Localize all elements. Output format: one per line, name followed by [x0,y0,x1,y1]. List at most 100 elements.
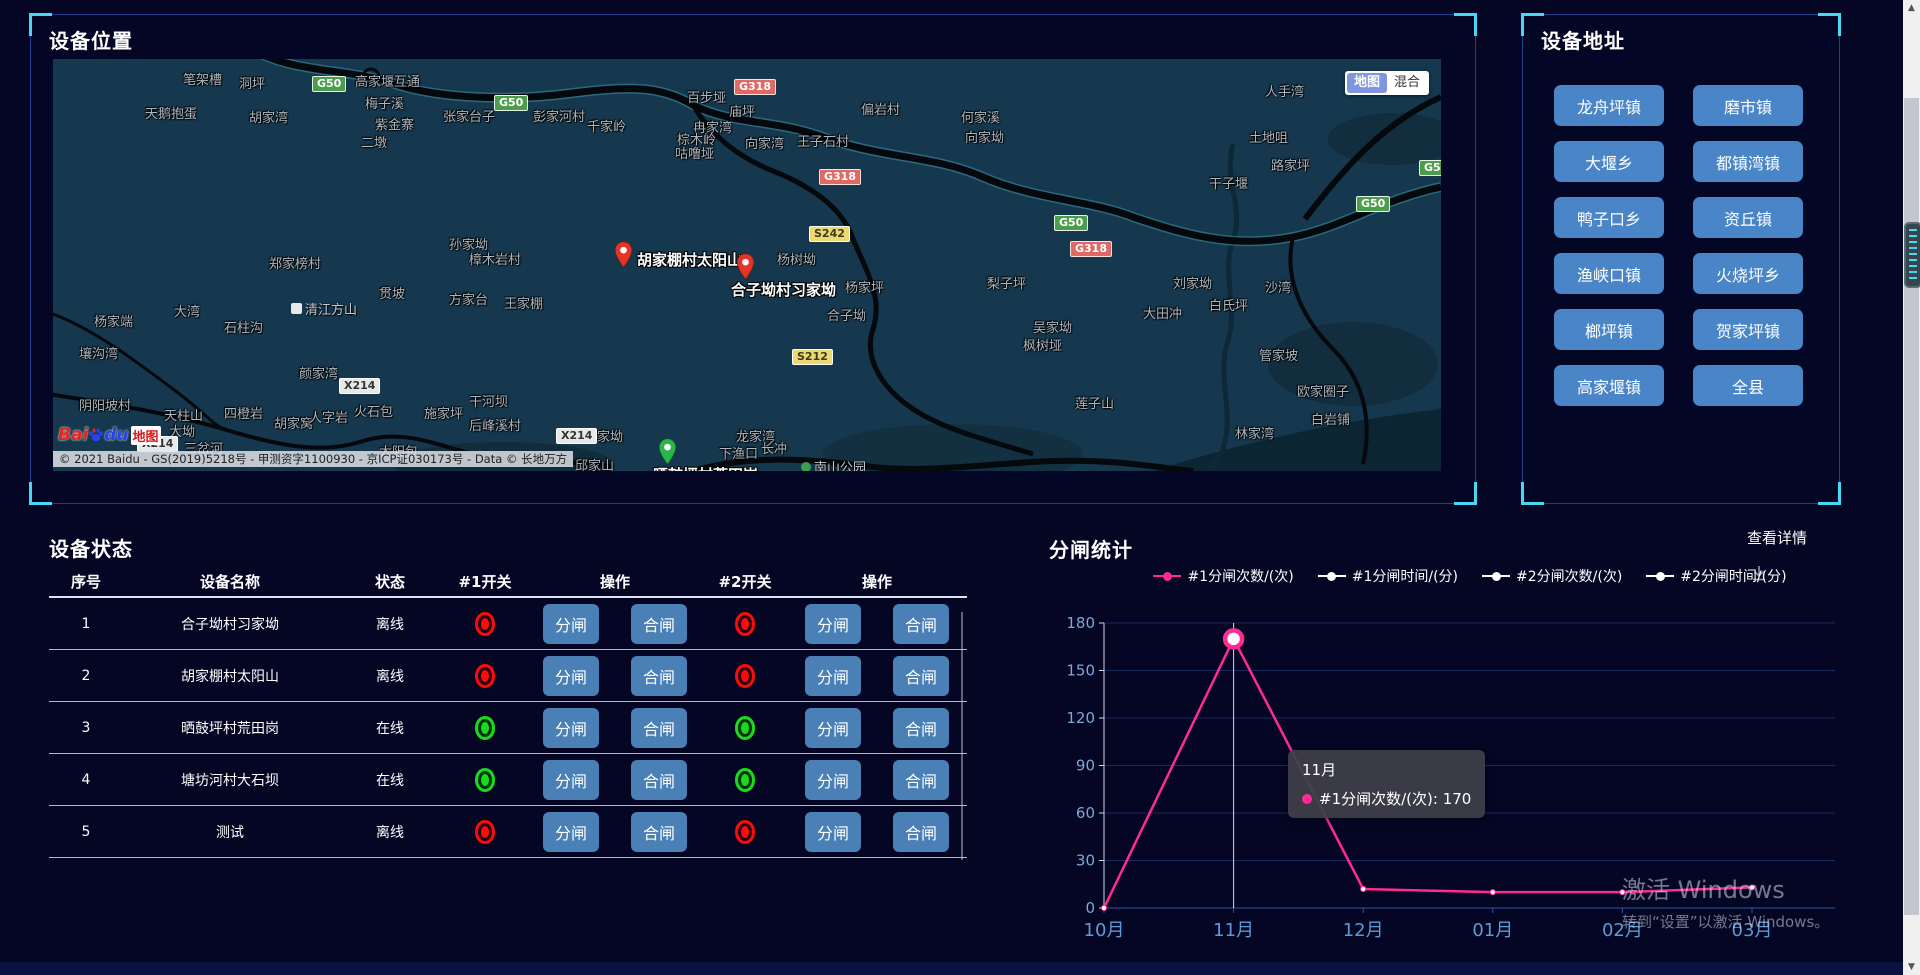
switch1-indicator-green [475,716,495,740]
svg-text:120: 120 [1066,709,1095,727]
address-button[interactable]: 榔坪镇 [1554,309,1664,350]
close-switch1-button[interactable]: 合闸 [631,656,687,696]
map-place-label: 胡家窝 [274,413,313,432]
legend-marker-icon [1646,572,1674,581]
mountain-icon [291,303,302,314]
cell-ops2: 分闸合闸 [787,812,967,852]
cell-name: 晒鼓坪村荒田岗 [123,718,337,738]
address-button[interactable]: 大堰乡 [1554,141,1664,182]
baidu-map[interactable]: 笔架槽洞坪高家堰互通天鹅抱蛋胡家湾梅子溪紫金寨二墩张家台子彭家河村千家岭百步垭庙… [53,59,1441,471]
page-scrollbar[interactable]: ▲ ▼ [1903,0,1920,975]
close-switch1-button[interactable]: 合闸 [631,812,687,852]
dashboard-root: 设备位置 笔架槽洞坪高家堰互通天鹅抱蛋胡家湾梅子溪紫金寨二墩张家台子彭家河村千 [0,0,1920,975]
address-button[interactable]: 鸭子口乡 [1554,197,1664,238]
map-place-label: 枫树垭 [1023,335,1062,354]
address-button[interactable]: 都镇湾镇 [1693,141,1803,182]
scrollbar-thumb[interactable] [1904,98,1919,915]
address-button[interactable]: 贺家坪镇 [1693,309,1803,350]
open-switch1-button[interactable]: 分闸 [543,604,599,644]
legend-item[interactable]: #2分闸时间/(分) [1646,566,1786,586]
close-switch1-button[interactable]: 合闸 [631,604,687,644]
map-place-label: 杨家坪 [845,277,884,296]
legend-item[interactable]: #2分闸次数/(次) [1482,566,1622,586]
map-place-label: 杨树坳 [777,249,816,268]
switch1-indicator-red [475,612,495,636]
map-type-toggle: 地图 混合 [1345,71,1429,95]
open-switch2-button[interactable]: 分闸 [805,760,861,800]
map-place-label: 洞坪 [239,73,265,92]
map-poi-park: 南山公园 [801,457,866,471]
cell-switch2 [703,716,787,740]
address-button[interactable]: 全县 [1693,365,1803,406]
map-place-label: 施家坪 [424,403,463,422]
corner-accent [1818,482,1841,505]
scroll-down-arrow[interactable]: ▼ [1903,959,1920,975]
cell-name: 测试 [123,822,337,842]
map-place-label: 千家岭 [587,116,626,135]
scroll-indicator-widget[interactable] [1904,222,1920,288]
address-button[interactable]: 龙舟坪镇 [1554,85,1664,126]
close-switch2-button[interactable]: 合闸 [893,604,949,644]
map-place-label: 四橙岩 [224,403,263,422]
map-place-label: 林家湾 [1235,423,1274,442]
table-scrollbar[interactable] [961,612,963,860]
address-button-grid: 龙舟坪镇磨市镇大堰乡都镇湾镇鸭子口乡资丘镇渔峡口镇火烧坪乡榔坪镇贺家坪镇高家堰镇… [1554,85,1808,406]
open-switch2-button[interactable]: 分闸 [805,604,861,644]
open-switch2-button[interactable]: 分闸 [805,812,861,852]
svg-text:180: 180 [1066,614,1095,632]
close-switch1-button[interactable]: 合闸 [631,708,687,748]
address-button[interactable]: 火烧坪乡 [1693,253,1803,294]
open-switch1-button[interactable]: 分闸 [543,760,599,800]
cell-ops1: 分闸合闸 [527,656,703,696]
map-place-label: 下渔口 [719,443,758,462]
open-switch2-button[interactable]: 分闸 [805,656,861,696]
road-badge-g50: G50 [1356,196,1390,212]
open-switch2-button[interactable]: 分闸 [805,708,861,748]
map-place-label: 颜家湾 [299,363,338,382]
open-switch1-button[interactable]: 分闸 [543,656,599,696]
map-pin[interactable] [658,438,677,465]
address-button[interactable]: 资丘镇 [1693,197,1803,238]
corner-accent [1818,13,1841,36]
map-type-map-button[interactable]: 地图 [1347,73,1387,93]
cell-status: 离线 [337,822,443,842]
address-button[interactable]: 渔峡口镇 [1554,253,1664,294]
cell-no: 4 [49,772,123,788]
legend-item[interactable]: #1分闸时间/(分) [1318,566,1458,586]
legend-label: #2分闸时间/(分) [1680,566,1786,586]
map-place-label: 干河坝 [469,391,508,410]
cell-ops1: 分闸合闸 [527,760,703,800]
map-place-label: 二墩 [361,132,387,151]
cell-ops1: 分闸合闸 [527,812,703,852]
map-place-label: 方家台 [449,289,488,308]
address-button[interactable]: 高家堰镇 [1554,365,1664,406]
table-row: 3晒鼓坪村荒田岗在线分闸合闸分闸合闸 [49,702,967,754]
road-badge-g318: G318 [1070,241,1112,257]
close-switch1-button[interactable]: 合闸 [631,760,687,800]
map-place-label: 邱家山 [575,455,614,471]
legend-item[interactable]: #1分闸次数/(次) [1153,566,1293,586]
table-header-cell: 操作 [787,571,967,592]
map-place-label: 王子石村 [797,131,849,150]
map-place-label: 长冲 [761,438,787,457]
close-switch2-button[interactable]: 合闸 [893,812,949,852]
map-pin[interactable] [736,253,755,280]
switch2-indicator-red [735,664,755,688]
open-switch1-button[interactable]: 分闸 [543,812,599,852]
map-type-hybrid-button[interactable]: 混合 [1387,73,1427,93]
cell-ops1: 分闸合闸 [527,604,703,644]
close-switch2-button[interactable]: 合闸 [893,708,949,748]
view-details-link[interactable]: 查看详情 [1747,527,1807,548]
svg-text:11月: 11月 [1213,920,1254,941]
address-button[interactable]: 磨市镇 [1693,85,1803,126]
open-switch1-button[interactable]: 分闸 [543,708,599,748]
corner-accent [1454,13,1477,36]
map-place-label: 后峰溪村 [469,415,521,434]
cell-switch2 [703,664,787,688]
table-header-cell: #2开关 [703,571,787,592]
close-switch2-button[interactable]: 合闸 [893,760,949,800]
close-switch2-button[interactable]: 合闸 [893,656,949,696]
road-badge-g50: G50 [494,95,528,111]
map-pin[interactable] [614,241,633,268]
scroll-up-arrow[interactable]: ▲ [1903,0,1920,16]
